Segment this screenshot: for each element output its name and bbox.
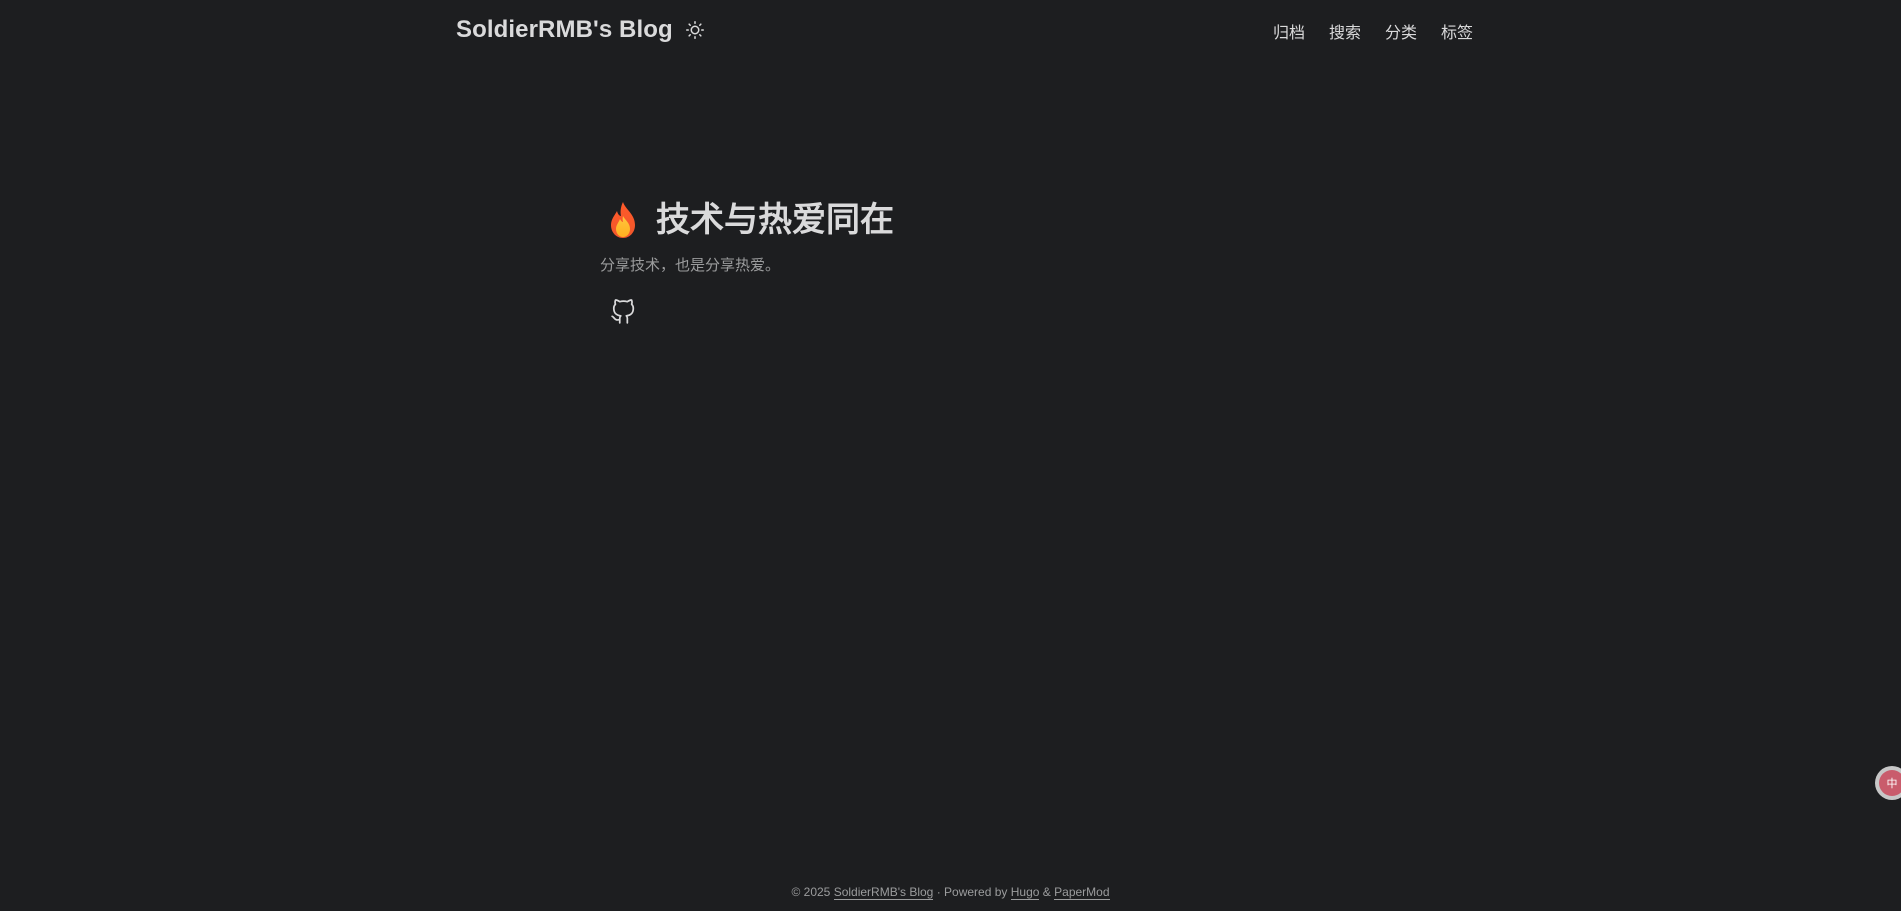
logo-switches: SoldierRMB's Blog: [456, 16, 705, 44]
site-footer: © 2025 SoldierRMB's Blog · Powered by Hu…: [0, 885, 1901, 900]
translate-widget-button[interactable]: 中: [1875, 766, 1901, 800]
nav-item-search: 搜索: [1329, 19, 1361, 43]
home-title-text: 技术与热爱同在: [656, 200, 894, 240]
home-subtitle: 分享技术，也是分享热爱。: [600, 256, 781, 274]
footer-powered-by: · Powered by: [936, 885, 1008, 899]
footer-papermod-link[interactable]: PaperMod: [1054, 885, 1110, 900]
nav-item-tags: 标签: [1441, 19, 1473, 43]
nav-link-search[interactable]: 搜索: [1329, 23, 1361, 42]
nav-link-archives[interactable]: 归档: [1273, 23, 1305, 42]
home-title: 技术与热爱同在: [600, 196, 1300, 244]
translate-icon: 中: [1879, 770, 1901, 796]
footer-amp: &: [1042, 885, 1051, 899]
flame-icon: [611, 202, 635, 238]
github-link[interactable]: [608, 297, 638, 327]
home-info: 技术与热爱同在 分享技术，也是分享热爱。: [600, 196, 1300, 327]
nav-link-tags[interactable]: 标签: [1441, 23, 1473, 42]
footer-site-link[interactable]: SoldierRMB's Blog: [833, 885, 934, 900]
theme-toggle-button[interactable]: [685, 20, 705, 40]
nav-item-archives: 归档: [1273, 19, 1305, 43]
nav-item-categories: 分类: [1385, 19, 1417, 43]
social-icons: [600, 297, 1300, 327]
sun-icon: [685, 21, 704, 39]
nav-link-categories[interactable]: 分类: [1385, 23, 1417, 42]
github-icon: [611, 299, 635, 324]
main-nav: 归档 搜索 分类 标签: [1273, 19, 1473, 43]
page: SoldierRMB's Blog 归档 搜索 分类 标签 技术与热爱同在 分享…: [0, 0, 1901, 911]
site-logo-link[interactable]: SoldierRMB's Blog: [456, 16, 673, 44]
footer-copyright: © 2025: [791, 885, 831, 899]
site-header: SoldierRMB's Blog 归档 搜索 分类 标签: [0, 0, 1901, 62]
footer-hugo-link[interactable]: Hugo: [1010, 885, 1040, 900]
